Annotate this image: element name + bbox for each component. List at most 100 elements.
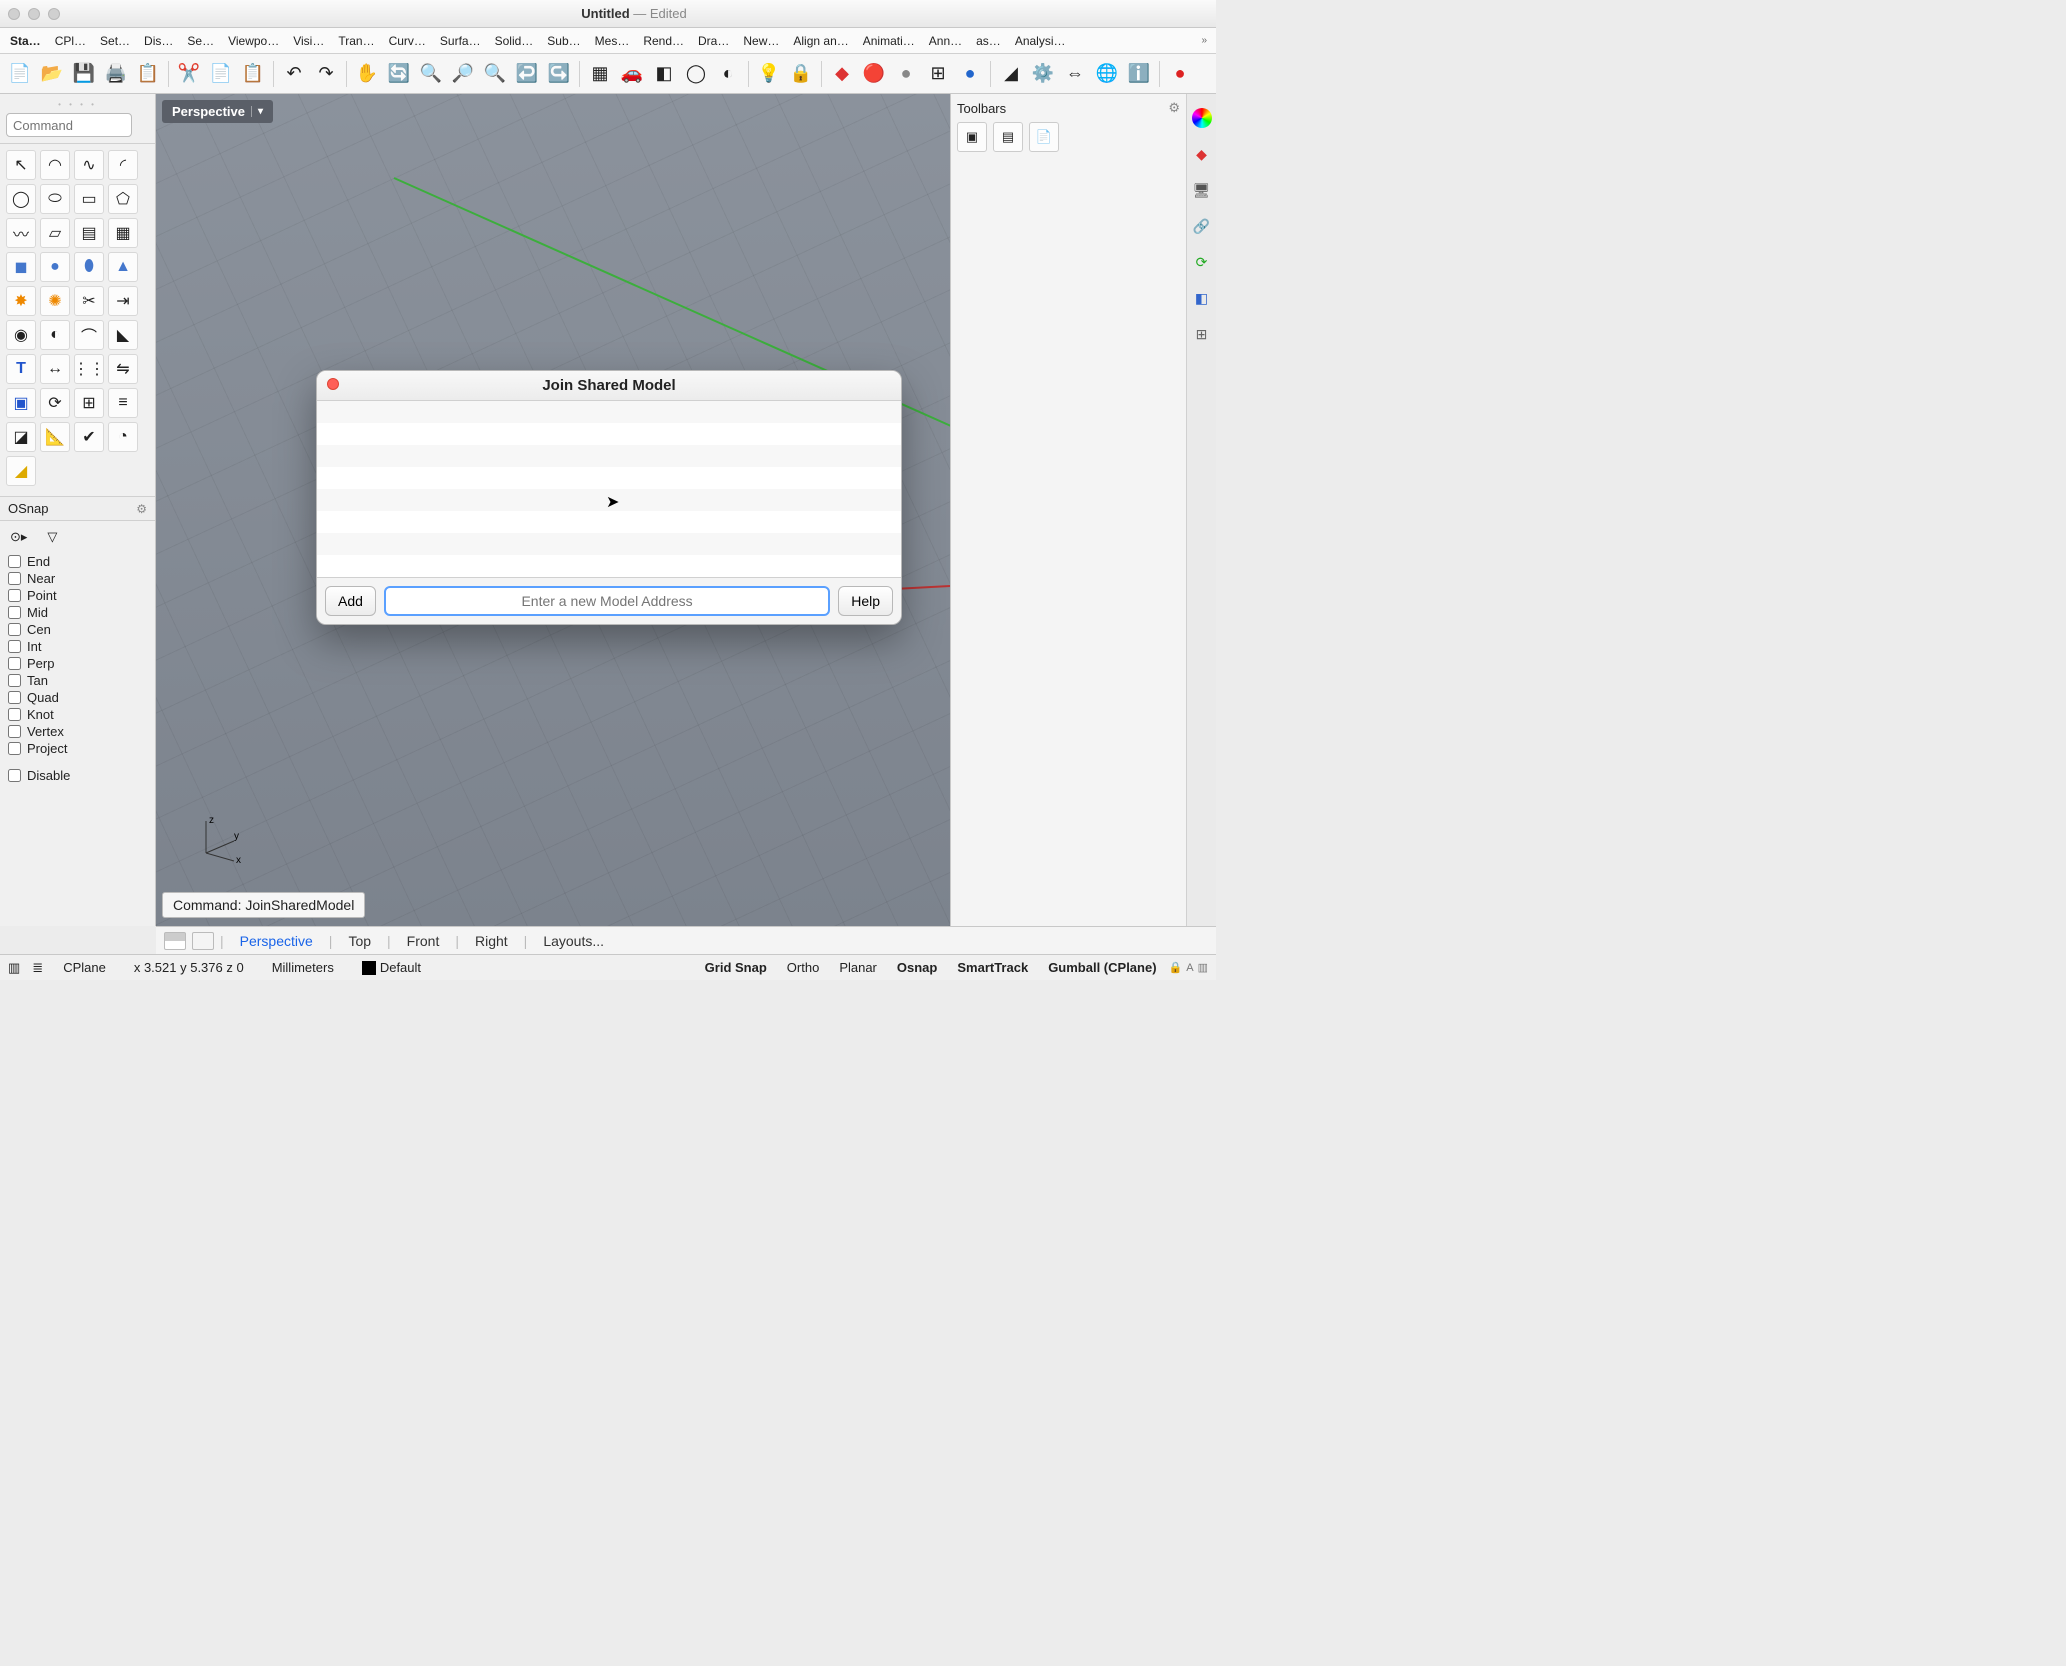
fillet-icon[interactable]: ⌒ (74, 320, 104, 350)
dimension-icon[interactable]: ⇔ (1061, 60, 1089, 88)
close-window-icon[interactable] (8, 8, 20, 20)
toolbar-item-icon[interactable]: ▤ (993, 122, 1023, 152)
extend-icon[interactable]: ⇥ (108, 286, 138, 316)
text-tool-icon[interactable]: T (6, 354, 36, 384)
add-button[interactable]: Add (325, 586, 376, 616)
osnap-check-mid[interactable]: Mid (6, 604, 149, 621)
save-file-icon[interactable]: 💾 (70, 60, 98, 88)
render-wire-icon[interactable]: ⊞ (924, 60, 952, 88)
render-rainbow-icon[interactable]: 🔴 (860, 60, 888, 88)
ellipse-tool-icon[interactable]: ⬭ (40, 184, 70, 214)
zoom-selected-icon[interactable]: 🔍 (481, 60, 509, 88)
minimize-window-icon[interactable] (28, 8, 40, 20)
boolean-union-icon[interactable]: ◉ (6, 320, 36, 350)
osnap-check-project[interactable]: Project (6, 740, 149, 757)
viewport-dropdown-icon[interactable]: ▾ (251, 106, 263, 117)
lasso-tool-icon[interactable]: ◠ (40, 150, 70, 180)
menubar-overflow-icon[interactable]: » (1196, 33, 1212, 48)
surface-tool-icon[interactable]: ▱ (40, 218, 70, 248)
menu-item[interactable]: Tran… (332, 31, 380, 51)
command-input[interactable] (6, 113, 132, 137)
copy-icon[interactable]: 📄 (207, 60, 235, 88)
cplane-icon[interactable]: ◧ (650, 60, 678, 88)
four-views-icon[interactable]: ▦ (586, 60, 614, 88)
undo-icon[interactable]: ↶ (280, 60, 308, 88)
solid-cylinder-icon[interactable]: ⬮ (74, 252, 104, 282)
check-tool-icon[interactable]: ✔ (74, 422, 104, 452)
dimension-tool-icon[interactable]: ↔ (40, 354, 70, 384)
zoom-window-icon[interactable] (48, 8, 60, 20)
reload-tab-icon[interactable]: ⟳ (1192, 252, 1212, 272)
model-address-input[interactable] (384, 586, 830, 616)
plugin-icon[interactable]: ● (1166, 60, 1194, 88)
redo-icon[interactable]: ↷ (312, 60, 340, 88)
properties-tab-icon[interactable] (1192, 108, 1212, 128)
view-tab-layouts[interactable]: Layouts... (533, 931, 614, 951)
dialog-close-icon[interactable] (327, 378, 339, 390)
view-tab-top[interactable]: Top (338, 931, 381, 951)
menu-item[interactable]: Solid… (489, 31, 540, 51)
filter-icon[interactable]: ◢ (997, 60, 1025, 88)
status-toggle-ortho[interactable]: Ortho (779, 958, 828, 977)
status-toggle-osnap[interactable]: Osnap (889, 958, 945, 977)
menu-item[interactable]: Rend… (637, 31, 690, 51)
pointer-tool-icon[interactable]: ↖ (6, 150, 36, 180)
list-row[interactable] (317, 533, 901, 555)
zoom-extents-icon[interactable]: 🔎 (449, 60, 477, 88)
list-row[interactable] (317, 423, 901, 445)
cut-icon[interactable]: ✂️ (175, 60, 203, 88)
grid-tab-icon[interactable]: ⊞ (1192, 324, 1212, 344)
grid-tool-icon[interactable]: ⊞ (74, 388, 104, 418)
menu-item[interactable]: Ann… (923, 31, 968, 51)
new-file-icon[interactable]: 📄 (6, 60, 34, 88)
list-row[interactable] (317, 489, 901, 511)
viewport-label[interactable]: Perspective ▾ (162, 100, 273, 123)
panel-grip[interactable]: • • • • (6, 100, 149, 109)
box-tool-icon[interactable]: ▦ (108, 218, 138, 248)
box-tab-icon[interactable]: ◧ (1192, 288, 1212, 308)
menu-item[interactable]: Surfa… (434, 31, 487, 51)
open-file-icon[interactable]: 📂 (38, 60, 66, 88)
menu-item[interactable]: Animati… (857, 31, 921, 51)
misc-tool-icon[interactable]: ◢ (6, 456, 36, 486)
paste-icon[interactable]: 📋 (239, 60, 267, 88)
light-icon[interactable]: 💡 (755, 60, 783, 88)
move-tool-icon[interactable]: ▣ (6, 388, 36, 418)
menu-item[interactable]: Curv… (383, 31, 432, 51)
menu-item[interactable]: Set… (94, 31, 136, 51)
right-panel-gear-icon[interactable]: ⚙ (1168, 100, 1180, 116)
explode-icon[interactable]: ✸ (6, 286, 36, 316)
solid-cone-icon[interactable]: ▲ (108, 252, 138, 282)
view-tab-perspective[interactable]: Perspective (230, 931, 323, 951)
curve-tool-icon[interactable]: 〰 (6, 218, 36, 248)
status-toggle-gridsnap[interactable]: Grid Snap (697, 958, 775, 977)
rotate-view-icon[interactable]: 🔄 (385, 60, 413, 88)
polygon-tool-icon[interactable]: ⬠ (108, 184, 138, 214)
osnap-cursor-icon[interactable]: ⊙▸ (10, 529, 27, 545)
dialog-titlebar[interactable]: Join Shared Model (317, 371, 901, 401)
lock-icon[interactable]: 🔒 (787, 60, 815, 88)
status-layer[interactable]: Default (354, 958, 429, 978)
status-toggle-smarttrack[interactable]: SmartTrack (949, 958, 1036, 977)
zoom-window-tool-icon[interactable]: 🔍 (417, 60, 445, 88)
options-gear-icon[interactable]: ⚙️ (1029, 60, 1057, 88)
menu-item[interactable]: Mes… (589, 31, 636, 51)
burst-icon[interactable]: ✺ (40, 286, 70, 316)
redo-view-icon[interactable]: ↪️ (545, 60, 573, 88)
status-lock-icon[interactable]: 🔒 (1169, 961, 1183, 974)
osnap-check-disable[interactable]: Disable (6, 767, 149, 784)
status-toggle-planar[interactable]: Planar (831, 958, 885, 977)
list-row[interactable] (317, 401, 901, 423)
osnap-check-knot[interactable]: Knot (6, 706, 149, 723)
render-globe-icon[interactable]: ● (956, 60, 984, 88)
web-help-icon[interactable]: 🌐 (1093, 60, 1121, 88)
view-tab-front[interactable]: Front (397, 931, 450, 951)
model-address-list[interactable] (317, 401, 901, 577)
menu-item[interactable]: Visi… (287, 31, 330, 51)
toolbar-item-icon[interactable]: 📄 (1029, 122, 1059, 152)
osnap-check-near[interactable]: Near (6, 570, 149, 587)
boolean-diff-icon[interactable]: ◐ (40, 320, 70, 350)
export-icon[interactable]: 📋 (134, 60, 162, 88)
menu-item[interactable]: Analysi… (1009, 31, 1072, 51)
menu-item[interactable]: Se… (181, 31, 220, 51)
